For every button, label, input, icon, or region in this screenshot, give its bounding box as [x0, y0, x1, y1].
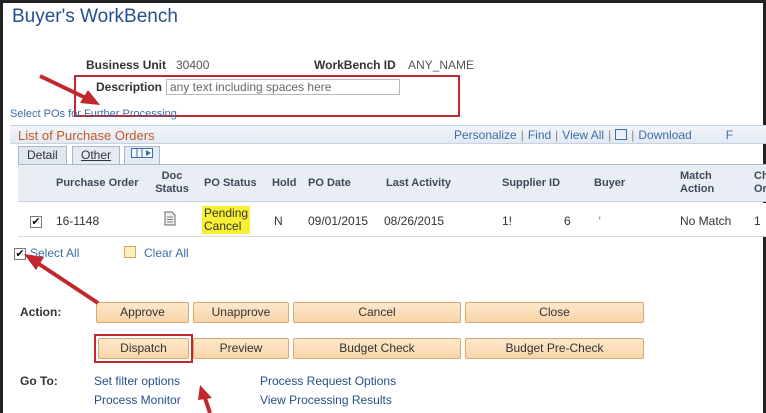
clear-all-label[interactable]: Clear All	[144, 246, 189, 260]
first-link[interactable]: F	[726, 128, 733, 142]
tab-detail[interactable]: Detail	[18, 146, 67, 165]
grid-title: List of Purchase Orders	[18, 128, 155, 143]
workbench-id-label: WorkBench ID	[314, 58, 396, 72]
col-change-order[interactable]: Ch Or	[754, 170, 766, 196]
set-filter-options-link[interactable]: Set filter options	[94, 374, 180, 388]
close-button[interactable]: Close	[465, 302, 644, 323]
po-date-value: 09/01/2015	[308, 214, 369, 228]
business-unit-label: Business Unit	[86, 58, 167, 72]
document-icon[interactable]	[164, 211, 176, 229]
budget-pre-check-button[interactable]: Budget Pre-Check	[465, 338, 644, 359]
find-link[interactable]: Find	[528, 128, 551, 142]
col-po-date[interactable]: PO Date	[308, 177, 351, 190]
business-unit-value: 30400	[176, 58, 210, 72]
purchase-order-link[interactable]: 16-1148	[56, 214, 99, 228]
grid-view-icon[interactable]	[615, 129, 628, 140]
table-header: Purchase Order Doc Status PO Status Hold…	[18, 165, 766, 202]
supplier-id-value-suffix: 6	[564, 214, 571, 228]
col-supplier-id[interactable]: Supplier ID	[502, 177, 560, 190]
page-title: Buyer's WorkBench	[12, 6, 178, 27]
view-processing-results-link[interactable]: View Processing Results	[260, 393, 392, 407]
last-activity-value: 08/26/2015	[384, 214, 445, 228]
show-all-columns-icon[interactable]	[124, 146, 160, 165]
action-label: Action:	[20, 305, 62, 319]
download-link[interactable]: Download	[638, 128, 691, 142]
cancel-button[interactable]: Cancel	[293, 302, 461, 323]
col-purchase-order[interactable]: Purchase Order	[56, 177, 139, 190]
view-all-link[interactable]: View All	[562, 128, 604, 142]
select-all-label[interactable]: Select All	[30, 246, 79, 260]
personalize-link[interactable]: Personalize	[454, 128, 517, 142]
change-order-value: 1	[754, 214, 761, 228]
clear-all-checkbox[interactable]	[124, 246, 136, 261]
col-buyer[interactable]: Buyer	[594, 177, 625, 190]
process-request-options-link[interactable]: Process Request Options	[260, 374, 396, 388]
select-pos-prompt: Select POs for Further Processing	[10, 108, 177, 120]
table-row: ✔ 16-1148 Pending Cancel N 09/01/2015 08…	[18, 203, 766, 237]
hold-value: N	[274, 214, 283, 228]
match-action-value: No Match	[680, 214, 732, 228]
preview-button[interactable]: Preview	[193, 338, 289, 359]
col-match-action[interactable]: Match Action	[680, 170, 724, 196]
po-status-value: Pending Cancel	[202, 206, 250, 234]
col-last-activity[interactable]: Last Activity	[386, 177, 451, 190]
workbench-id-value: ANY_NAME	[408, 58, 475, 72]
row-select-checkbox[interactable]: ✔	[30, 214, 42, 228]
highlight-box-dispatch	[94, 334, 193, 363]
col-hold[interactable]: Hold	[272, 177, 296, 190]
unapprove-button[interactable]: Unapprove	[193, 302, 289, 323]
buyer-value: ,	[598, 207, 602, 221]
process-monitor-link[interactable]: Process Monitor	[94, 393, 181, 407]
grid-toolbar: Personalize | Find | View All | | Download F	[454, 128, 734, 142]
col-po-status[interactable]: PO Status	[204, 177, 257, 190]
supplier-id-value: 1!	[502, 214, 513, 228]
approve-button[interactable]: Approve	[96, 302, 189, 323]
col-doc-status[interactable]: Doc Status	[154, 170, 190, 196]
tab-other[interactable]: Other	[72, 146, 121, 165]
select-all-checkbox[interactable]: ✔	[14, 246, 26, 260]
budget-check-button[interactable]: Budget Check	[293, 338, 461, 359]
goto-label: Go To:	[20, 374, 58, 388]
